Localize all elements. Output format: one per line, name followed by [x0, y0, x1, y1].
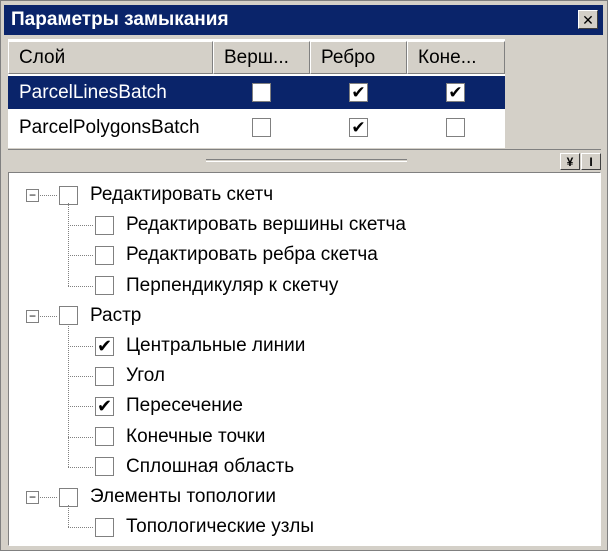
group-checkbox[interactable] [59, 185, 78, 205]
tree-child-item[interactable]: Редактировать вершины скетча [95, 210, 406, 240]
layer-name: ParcelPolygonsBatch [19, 116, 200, 138]
snapping-window: Параметры замыкания ✕ Слой Верш... Ребро… [0, 0, 608, 551]
option-checkbox[interactable]: ✔ [95, 336, 114, 356]
option-label: Центральные линии [126, 335, 306, 356]
splitter-grip[interactable] [206, 159, 407, 162]
info-icon: I [589, 154, 593, 169]
column-header-edge[interactable]: Ребро [310, 41, 407, 74]
end-checkbox[interactable] [446, 118, 465, 137]
tree-child-item[interactable]: Топологические узлы [95, 512, 314, 542]
option-checkbox[interactable]: ✔ [95, 396, 114, 416]
tree-child-item[interactable]: ✔ Пересечение [95, 391, 243, 421]
tree-child-item[interactable]: ✔ Центральные линии [95, 331, 305, 361]
grid-header: Слой Верш... Ребро Коне... [8, 41, 505, 74]
option-label: Перпендикуляр к скетчу [126, 274, 339, 296]
option-checkbox[interactable] [95, 457, 114, 477]
tree-group-item[interactable]: Растр [59, 301, 141, 331]
edge-checkbox[interactable]: ✔ [349, 118, 368, 137]
tree-group-item[interactable]: Элементы топологии [59, 482, 276, 512]
option-checkbox[interactable] [95, 245, 114, 265]
column-header-vertex[interactable]: Верш... [213, 41, 310, 74]
edge-checkbox[interactable]: ✔ [349, 83, 368, 102]
group-checkbox[interactable] [59, 306, 78, 326]
close-icon: ✕ [582, 11, 594, 28]
option-label: Редактировать ребра скетча [126, 244, 378, 266]
option-label: Конечные точки [126, 425, 266, 447]
column-header-layer[interactable]: Слой [8, 41, 213, 74]
layer-name: ParcelLinesBatch [19, 81, 167, 103]
title-bar[interactable]: Параметры замыкания ✕ [4, 5, 603, 35]
group-label: Редактировать скетч [90, 184, 274, 205]
tree-child-item[interactable]: Редактировать ребра скетча [95, 240, 378, 270]
tree-child-item[interactable]: Сплошная область [95, 452, 294, 482]
tree-group-item[interactable]: Редактировать скетч [59, 180, 273, 210]
end-checkbox[interactable]: ✔ [446, 83, 465, 102]
option-checkbox[interactable] [95, 366, 114, 386]
splitter[interactable]: ¥ I [8, 149, 601, 170]
option-checkbox[interactable] [95, 215, 114, 235]
vertex-checkbox[interactable] [252, 118, 271, 137]
option-label: Сплошная область [126, 455, 295, 477]
info-button[interactable]: I [581, 153, 601, 170]
collapse-icon[interactable]: − [26, 309, 39, 323]
expand-all-icon: ¥ [566, 154, 574, 169]
group-label: Растр [90, 304, 142, 326]
snapping-tree: − Редактировать скетч Редактировать вершин… [8, 172, 601, 546]
group-checkbox[interactable] [59, 487, 78, 507]
tree-child-item[interactable]: Угол [95, 361, 165, 391]
tree-child-item[interactable]: Конечные точки [95, 422, 265, 452]
tree-child-item[interactable]: Перпендикуляр к скетчу [95, 271, 338, 301]
option-label: Редактировать вершины скетча [126, 214, 406, 236]
expand-all-button[interactable]: ¥ [560, 153, 580, 170]
group-label: Элементы топологии [90, 486, 276, 507]
vertex-checkbox[interactable] [252, 83, 271, 102]
option-checkbox[interactable] [95, 427, 114, 447]
option-checkbox[interactable] [95, 517, 114, 537]
layer-grid: Слой Верш... Ребро Коне... ParcelLinesBa… [8, 39, 505, 148]
option-label: Угол [126, 365, 165, 387]
option-checkbox[interactable] [95, 276, 114, 296]
window-title: Параметры замыкания [11, 9, 229, 30]
table-row[interactable]: ParcelPolygonsBatch ✔ [8, 111, 505, 144]
collapse-icon[interactable]: − [26, 491, 39, 504]
column-header-end[interactable]: Коне... [407, 41, 505, 74]
collapse-icon[interactable]: − [26, 189, 39, 202]
close-button[interactable]: ✕ [578, 10, 598, 29]
option-label: Пересечение [126, 395, 243, 417]
option-label: Топологические узлы [126, 516, 315, 538]
table-row[interactable]: ParcelLinesBatch ✔ ✔ [8, 76, 505, 109]
